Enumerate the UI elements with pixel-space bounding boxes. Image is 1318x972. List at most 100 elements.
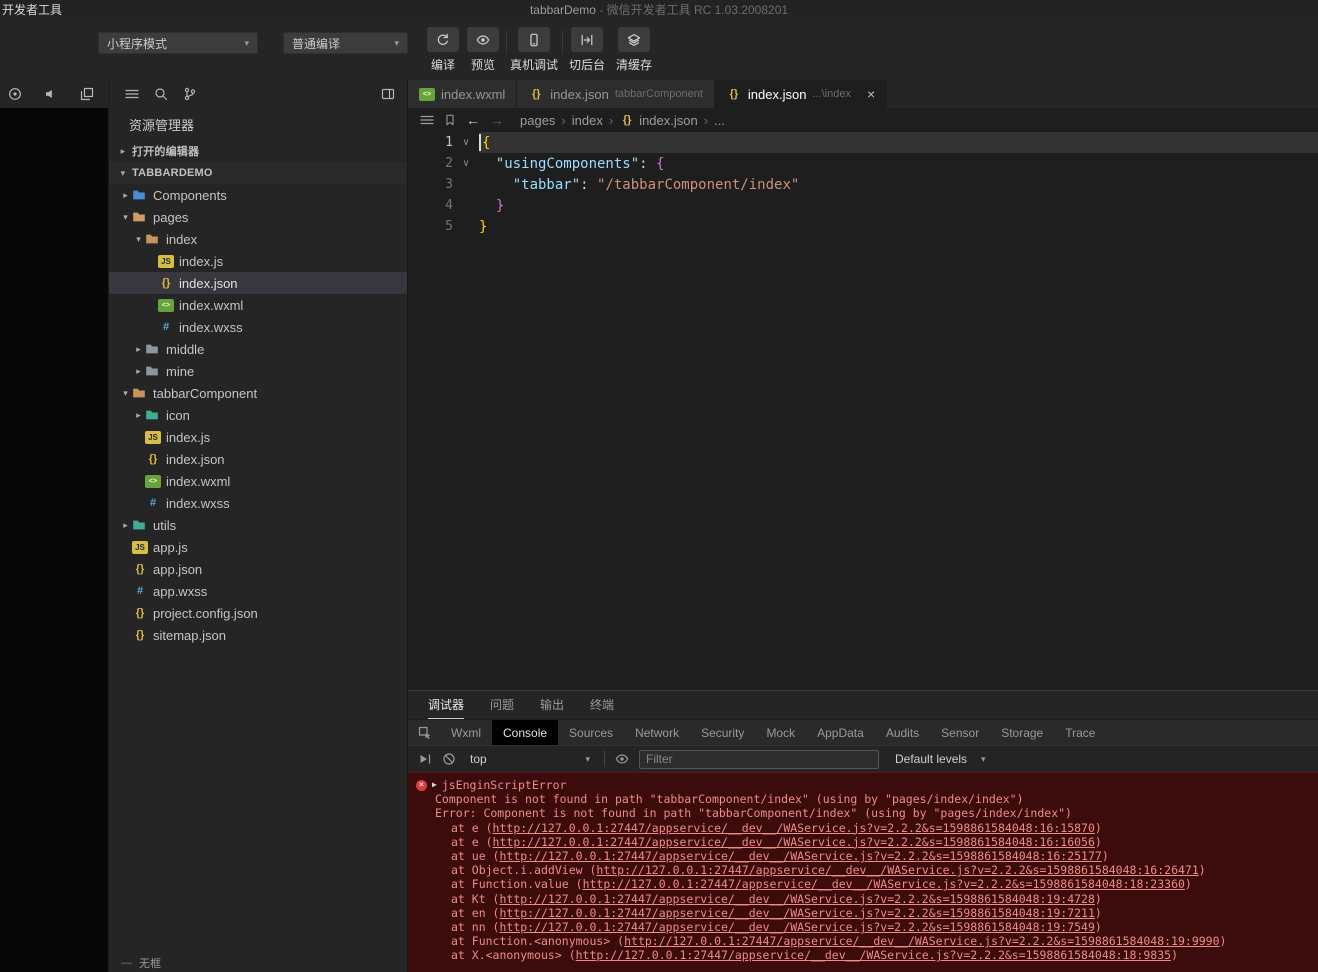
fold-chevron-icon[interactable]: ∨ [453, 153, 479, 174]
execution-context-icon[interactable] [418, 752, 432, 766]
code-line-2[interactable]: 2 ∨ "usingComponents": { [408, 153, 1318, 174]
compile-mode-select[interactable]: 普通编译 ▾ [283, 32, 408, 54]
live-expression-icon[interactable] [615, 752, 629, 766]
tree-item-app-js[interactable]: JS app.js [109, 536, 407, 558]
stack-frame-link[interactable]: http://127.0.0.1:27447/appservice/__dev_… [499, 849, 1101, 863]
devtools-tab-trace[interactable]: Trace [1054, 720, 1106, 745]
context-select[interactable]: top ▾ [466, 750, 594, 769]
devtools-tab-sensor[interactable]: Sensor [930, 720, 990, 745]
tree-item-project-config-json[interactable]: {} project.config.json [109, 602, 407, 624]
chevron-right-icon[interactable]: ▸ [132, 366, 145, 377]
toolbar-action-device-debug[interactable]: 真机调试 [510, 27, 558, 73]
separate-window-icon[interactable] [80, 87, 94, 101]
stack-frame-link[interactable]: http://127.0.0.1:27447/appservice/__dev_… [493, 835, 1095, 849]
tree-item-utils[interactable]: ▸ utils [109, 514, 407, 536]
console-filter-input[interactable] [639, 749, 879, 769]
breadcrumb-item--[interactable]: ... [714, 113, 725, 128]
panel-tab-输出[interactable]: 输出 [540, 691, 564, 719]
tree-item-tabbarcomponent[interactable]: ▾ tabbarComponent [109, 382, 407, 404]
devtools-tab-audits[interactable]: Audits [875, 720, 930, 745]
stack-frame-link[interactable]: http://127.0.0.1:27447/appservice/__dev_… [596, 863, 1198, 877]
code-line-1[interactable]: 1 ∨{ [408, 132, 1318, 153]
background-button[interactable] [570, 27, 603, 52]
stack-frame-link[interactable]: http://127.0.0.1:27447/appservice/__dev_… [499, 892, 1094, 906]
back-arrow-icon[interactable]: ← [466, 112, 480, 128]
chevron-right-icon[interactable]: ▸ [119, 190, 132, 201]
toolbar-action-background[interactable]: 切后台 [569, 27, 605, 73]
tree-item-index[interactable]: ▾ index [109, 228, 407, 250]
tree-item-sitemap-json[interactable]: {} sitemap.json [109, 624, 407, 646]
code-line-3[interactable]: 3 "tabbar": "/tabbarComponent/index" [408, 174, 1318, 195]
panel-tab-问题[interactable]: 问题 [490, 691, 514, 719]
stack-frame-link[interactable]: http://127.0.0.1:27447/appservice/__dev_… [499, 920, 1094, 934]
panel-tab-终端[interactable]: 终端 [590, 691, 614, 719]
project-section[interactable]: ▾ TABBARDEMO [109, 162, 407, 184]
chevron-down-icon[interactable]: ▾ [119, 388, 132, 399]
stack-frame-link[interactable]: http://127.0.0.1:27447/appservice/__dev_… [576, 948, 1171, 962]
code-editor[interactable]: 1 ∨{2 ∨ "usingComponents": {3 "tabbar": "/… [408, 132, 1318, 690]
device-debug-button[interactable] [517, 27, 550, 52]
console-output[interactable]: × ▶ jsEnginScriptError Component is not fou… [408, 772, 1318, 972]
tree-item-index-wxss[interactable]: # index.wxss [109, 316, 407, 338]
devtools-tab-wxml[interactable]: Wxml [440, 720, 492, 745]
editor-tab-index-json-2[interactable]: {} index.json ...\index × [714, 80, 888, 108]
tree-item-index-js[interactable]: JS index.js [109, 250, 407, 272]
clear-console-icon[interactable] [442, 752, 456, 766]
tree-item-icon[interactable]: ▸ icon [109, 404, 407, 426]
tree-item-index-json[interactable]: {} index.json [109, 272, 407, 294]
chevron-down-icon[interactable]: ▾ [132, 234, 145, 245]
frameless-status-label[interactable]: 无框 [139, 955, 161, 971]
forward-arrow-icon[interactable]: → [490, 112, 504, 128]
expander-icon[interactable]: ▶ [432, 778, 437, 792]
devtools-tab-network[interactable]: Network [624, 720, 690, 745]
chevron-right-icon[interactable]: ▸ [132, 410, 145, 421]
git-branch-icon[interactable] [183, 87, 197, 101]
breadcrumb-item-index-json[interactable]: {} index.json [619, 113, 698, 128]
breadcrumb-item-index[interactable]: index [572, 113, 603, 128]
tree-item-components[interactable]: ▸ Components [109, 184, 407, 206]
compile-button[interactable] [427, 27, 459, 52]
breadcrumb-item-pages[interactable]: pages [520, 113, 555, 128]
tree-item-index-wxml[interactable]: <> index.wxml [109, 294, 407, 316]
tree-item-index-js[interactable]: JS index.js [109, 426, 407, 448]
devtools-tab-security[interactable]: Security [690, 720, 755, 745]
chevron-right-icon[interactable]: ▸ [119, 520, 132, 531]
clear-cache-button[interactable] [617, 27, 650, 52]
stack-frame-link[interactable]: http://127.0.0.1:27447/appservice/__dev_… [499, 906, 1094, 920]
search-icon[interactable] [154, 87, 168, 101]
mode-select[interactable]: 小程序模式 ▾ [98, 32, 258, 54]
outline-icon[interactable] [420, 113, 434, 127]
tree-item-mine[interactable]: ▸ mine [109, 360, 407, 382]
devtools-tab-appdata[interactable]: AppData [806, 720, 875, 745]
devtools-tab-mock[interactable]: Mock [755, 720, 806, 745]
chevron-right-icon[interactable]: ▸ [132, 344, 145, 355]
tree-item-app-wxss[interactable]: # app.wxss [109, 580, 407, 602]
toolbar-action-preview[interactable]: 预览 [467, 27, 499, 73]
console-error-group[interactable]: × ▶ jsEnginScriptError [408, 778, 1318, 792]
bookmark-icon[interactable] [444, 114, 456, 126]
tree-item-index-wxss[interactable]: # index.wxss [109, 492, 407, 514]
stack-frame-link[interactable]: http://127.0.0.1:27447/appservice/__dev_… [493, 821, 1095, 835]
editor-tab-index-wxml-0[interactable]: <> index.wxml [408, 80, 518, 108]
chevron-down-icon[interactable]: ▾ [119, 212, 132, 223]
tree-item-index-wxml[interactable]: <> index.wxml [109, 470, 407, 492]
toolbar-action-compile[interactable]: 编译 [427, 27, 459, 73]
fold-chevron-icon[interactable]: ∨ [453, 132, 479, 153]
toolbar-action-clear-cache[interactable]: 清缓存 [616, 27, 652, 73]
tree-item-pages[interactable]: ▾ pages [109, 206, 407, 228]
code-line-5[interactable]: 5} [408, 216, 1318, 237]
close-icon[interactable]: × [867, 86, 875, 102]
open-editors-section[interactable]: ▸ 打开的编辑器 [109, 140, 407, 162]
stack-frame-link[interactable]: http://127.0.0.1:27447/appservice/__dev_… [624, 934, 1219, 948]
file-list-icon[interactable] [125, 87, 139, 101]
devtools-tab-sources[interactable]: Sources [558, 720, 624, 745]
devtools-tab-console[interactable]: Console [492, 720, 559, 745]
simulator-toggle-icon[interactable] [8, 87, 22, 101]
editor-tab-index-json-1[interactable]: {} index.json tabbarComponent [517, 80, 715, 108]
tree-item-middle[interactable]: ▸ middle [109, 338, 407, 360]
sound-icon[interactable] [44, 87, 58, 101]
code-line-4[interactable]: 4 } [408, 195, 1318, 216]
devtools-tab-storage[interactable]: Storage [990, 720, 1054, 745]
inspect-element-icon[interactable] [418, 720, 432, 745]
preview-button[interactable] [467, 27, 499, 52]
